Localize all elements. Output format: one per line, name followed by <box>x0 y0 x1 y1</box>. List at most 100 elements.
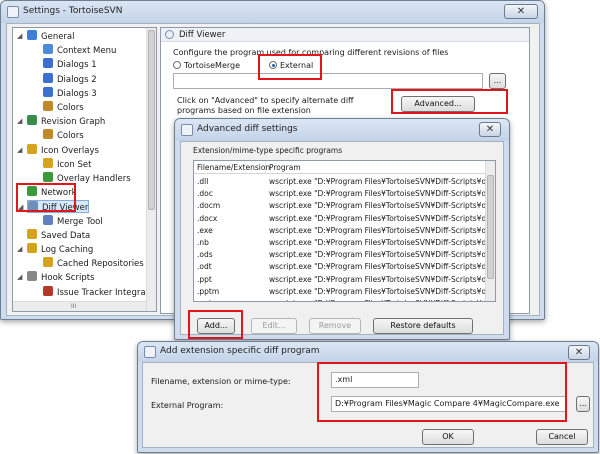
tree-node-icon <box>43 58 53 69</box>
highlight-external-radio <box>258 54 322 80</box>
list-cell-extension: .docx <box>197 213 218 223</box>
cancel-button[interactable]: Cancel <box>536 429 588 445</box>
tree-item-label: Merge Tool <box>57 216 103 227</box>
add-dialog-titlebar[interactable]: Add extension specific diff program ✕ <box>138 342 598 362</box>
restore-defaults-button[interactable]: Restore defaults <box>373 318 473 334</box>
extension-label: Filename, extension or mime-type: <box>151 377 291 386</box>
tree-node-icon <box>43 285 53 296</box>
remove-button[interactable]: Remove <box>309 318 361 334</box>
list-cell-program: wscript.exe "D:¥Program Files¥TortoiseSV… <box>269 238 485 247</box>
settings-titlebar[interactable]: Settings - TortoiseSVN ✕ <box>1 1 544 23</box>
highlight-diff-viewer-node <box>16 183 76 212</box>
external-program-label: External Program: <box>151 401 224 410</box>
list-row[interactable]: .docx wscript.exe "D:¥Program Files¥Torto… <box>194 212 485 225</box>
tree-expander-icon[interactable]: ◢ <box>17 33 24 40</box>
list-cell-extension: .docm <box>197 201 221 211</box>
list-cell-program: wscript.exe "D:¥Program Files¥TortoiseSV… <box>269 274 485 284</box>
column-filename-extension[interactable]: Filename/Extension <box>194 161 270 174</box>
list-row[interactable]: .pptxwscript.exe "D:¥Program Files¥Torto… <box>194 297 485 301</box>
tree-item[interactable]: Dialogs 1 <box>43 58 97 71</box>
list-row[interactable]: .ods wscript.exe "D:¥Program Files¥Tortoi… <box>194 248 485 261</box>
group-label: Extension/mime-type specific programs <box>193 146 343 155</box>
add-dialog-close-button[interactable]: ✕ <box>568 345 590 360</box>
tree-item[interactable]: Dialogs 2 <box>43 72 97 86</box>
tree-item-label: Dialogs 2 <box>57 74 97 85</box>
list-cell-program: wscript.exe "D:¥Program Files¥TortoiseSV… <box>269 177 485 186</box>
list-row[interactable]: .odt wscript.exe "D:¥Program Files¥Tortoi… <box>194 260 485 273</box>
advanced-diff-dialog: Advanced diff settings ✕ Extension/mime-… <box>174 118 510 340</box>
highlight-add-dialog-inputs <box>317 362 567 422</box>
tree-item[interactable]: Saved Data <box>27 228 90 242</box>
tree-item-label: Dialogs 3 <box>57 88 97 99</box>
list-row[interactable]: .exe wscript.exe "D:¥Program Files¥Tortoi… <box>194 224 485 237</box>
tree-item[interactable]: Colors <box>43 129 84 142</box>
tree-item-label: Colors <box>57 103 84 113</box>
tree-item[interactable]: Colors <box>43 101 84 114</box>
tree-expander-icon[interactable]: ◢ <box>17 118 24 125</box>
tree-horizontal-scrollbar[interactable]: III <box>13 301 146 311</box>
tree-item-label: Log Caching <box>41 245 94 255</box>
tree-item[interactable]: Dialogs 3 <box>43 86 97 100</box>
list-row[interactable]: .doc wscript.exe "D:¥Program Files¥Tortoi… <box>194 187 485 200</box>
list-row[interactable]: .ppt wscript.exe "D:¥Program Files¥Tortoi… <box>194 273 485 286</box>
diff-viewer-section-icon <box>165 30 174 39</box>
tree-scroll-thumb[interactable] <box>148 30 155 210</box>
advanced-dialog-close-button[interactable]: ✕ <box>479 122 501 137</box>
tree-expander-icon[interactable]: ◢ <box>17 246 24 253</box>
list-row[interactable]: .pptm wscript.exe "D:¥Program Files¥Torto… <box>194 285 485 298</box>
tree-item-label: Icon Set <box>57 159 92 170</box>
list-row[interactable]: .docm wscript.exe "D:¥Program Files¥Torto… <box>194 199 485 212</box>
tree-item[interactable]: Context Menu <box>43 44 116 57</box>
tree-node-icon <box>43 86 53 97</box>
list-cell-extension: .doc <box>197 189 213 199</box>
tree-item[interactable]: Merge Tool <box>43 214 103 228</box>
tree-item[interactable]: ◢ Log Caching <box>17 243 94 256</box>
list-cell-extension: .ppt <box>197 274 212 284</box>
settings-close-button[interactable]: ✕ <box>504 4 538 19</box>
extension-program-list[interactable]: Filename/Extension Program .dll wscript.e… <box>193 160 496 302</box>
advanced-dialog-title: Advanced diff settings <box>197 124 298 134</box>
tree-item[interactable]: Issue Tracker Integrat <box>43 285 149 299</box>
browse-external-button[interactable]: ... <box>489 73 506 89</box>
highlight-add-button <box>188 310 243 339</box>
tree-item-label: Colors <box>57 131 84 142</box>
list-scroll-thumb[interactable] <box>487 175 494 279</box>
tree-item-label: Hook Scripts <box>41 273 95 284</box>
tree-item[interactable]: ◢ Hook Scripts <box>17 271 95 284</box>
add-dialog-title: Add extension specific diff program <box>160 346 320 356</box>
tree-expander-icon[interactable]: ◢ <box>17 146 24 154</box>
list-vertical-scrollbar[interactable] <box>485 161 495 301</box>
ok-button[interactable]: OK <box>422 429 474 445</box>
tree-item-label: Revision Graph <box>41 117 106 128</box>
list-row[interactable]: .dll wscript.exe "D:¥Program Files¥Tortoi… <box>194 175 485 188</box>
tree-item-label: Icon Overlays <box>41 145 99 156</box>
tree-item-label: Issue Tracker Integrat <box>57 287 149 298</box>
tree-item[interactable]: ◢ Icon Overlays <box>17 143 99 157</box>
tree-node-icon <box>27 243 37 253</box>
tree-item[interactable]: Cached Repositories <box>43 257 144 270</box>
list-cell-extension: .exe <box>197 225 213 235</box>
tree-expander-icon[interactable]: ◢ <box>17 274 24 281</box>
advanced-dialog-titlebar[interactable]: Advanced diff settings ✕ <box>175 119 509 141</box>
tree-vertical-scrollbar[interactable] <box>146 28 156 311</box>
tree-item[interactable]: Icon Set <box>43 157 92 171</box>
tree-node-icon <box>27 143 37 154</box>
advanced-hint: Click on "Advanced" to specify alternate… <box>177 96 354 115</box>
settings-title: Settings - TortoiseSVN <box>23 6 123 16</box>
radio-tortoisemerge-circle[interactable] <box>173 61 181 69</box>
column-program[interactable]: Program <box>266 161 487 174</box>
list-row[interactable]: .nb wscript.exe "D:¥Program Files¥Tortois… <box>194 236 485 249</box>
radio-tortoisemerge[interactable]: TortoiseMerge <box>173 61 240 70</box>
list-header: Filename/Extension Program <box>194 161 487 174</box>
list-cell-extension: .dll <box>197 177 209 186</box>
tree-node-icon <box>43 157 53 168</box>
tree-item[interactable]: ◢ Revision Graph <box>17 115 106 128</box>
external-program-path-input[interactable] <box>173 73 483 89</box>
tree-node-icon <box>43 214 53 225</box>
tree-item-label: Cached Repositories <box>57 259 144 270</box>
tree-node-icon <box>43 44 53 55</box>
advanced-dialog-client: Extension/mime-type specific programs Fi… <box>180 141 504 335</box>
tree-item[interactable]: ◢ General <box>17 30 75 43</box>
edit-button[interactable]: Edit... <box>251 318 297 334</box>
browse-program-button[interactable]: ... <box>576 396 590 412</box>
